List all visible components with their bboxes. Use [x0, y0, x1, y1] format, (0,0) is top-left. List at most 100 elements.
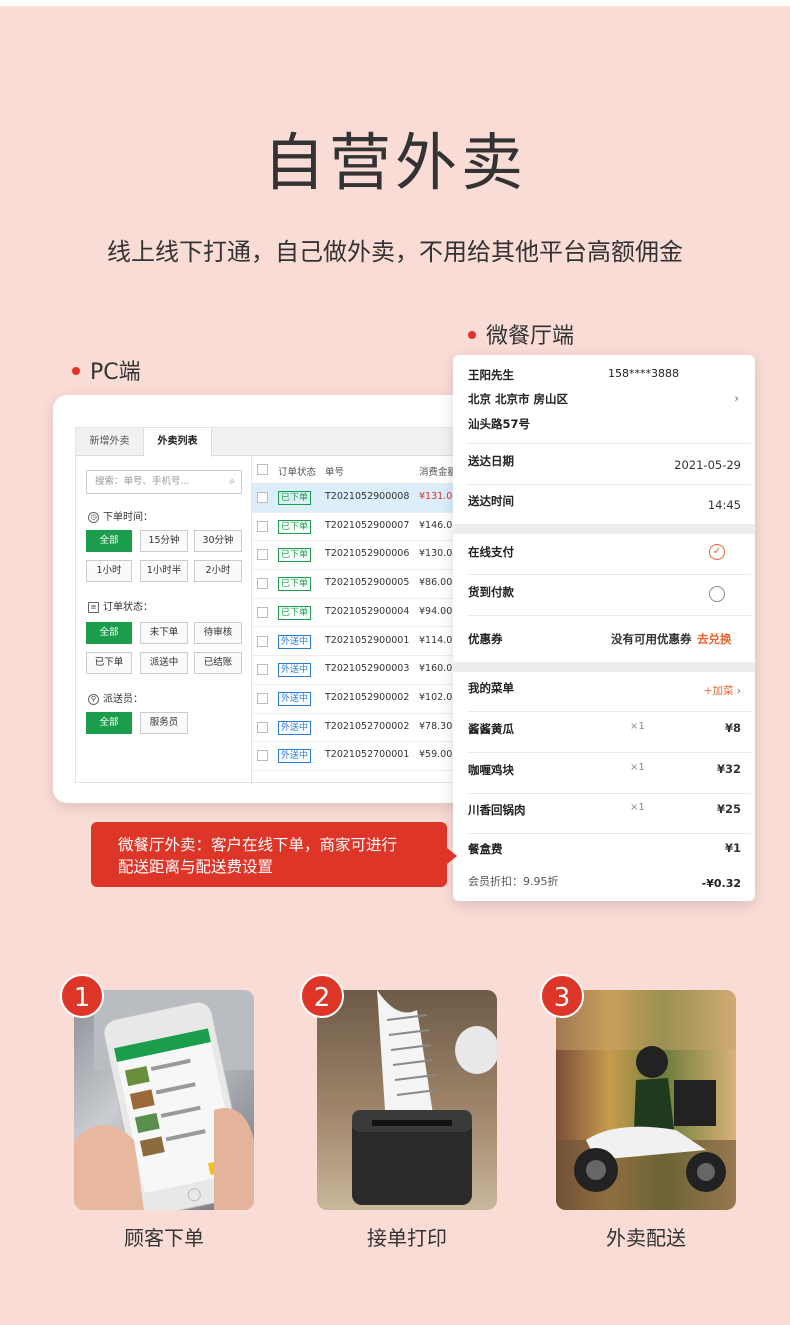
time-filter-30min[interactable]: 30分钟 — [194, 530, 242, 552]
table-row[interactable]: 外送中 T2021052700001 ¥59.00 — [252, 742, 483, 771]
row-checkbox[interactable] — [257, 664, 268, 676]
table-row[interactable]: 外送中 T2021052700002 ¥78.30 — [252, 714, 483, 743]
divider — [468, 833, 751, 834]
order-status-badge: 已下单 — [278, 519, 312, 534]
order-status-badge: 已下单 — [278, 548, 312, 563]
order-number: T2021052900004 — [325, 605, 410, 617]
table-row[interactable]: 已下单 T2021052900006 ¥130.0 — [252, 541, 483, 571]
dish-qty: ×1 — [630, 802, 645, 813]
dish-name: 咖喱鸡块 — [468, 762, 514, 777]
dish-qty: ×1 — [630, 721, 645, 732]
tab-delivery-list[interactable]: 外卖列表 — [144, 428, 212, 457]
status-filter-all[interactable]: 全部 — [86, 622, 132, 644]
delivery-time-row[interactable]: 送达时间 14:45 — [468, 493, 753, 512]
table-row[interactable]: 外送中 T2021052900003 ¥160.0 — [252, 656, 483, 685]
time-filter-1h[interactable]: 1小时 — [86, 560, 132, 582]
callout-tail — [447, 848, 457, 864]
step-badge-1: 1 — [60, 974, 104, 1018]
step-photo-customer-order — [74, 990, 254, 1210]
address-line2: 汕头路57号 — [468, 417, 531, 431]
divider — [468, 574, 751, 575]
box-fee-label: 餐盒费 — [468, 842, 503, 856]
order-number: T2021052900006 — [325, 548, 410, 560]
row-checkbox[interactable] — [257, 578, 268, 590]
table-row[interactable]: 外送中 T2021052900002 ¥102.0 — [252, 685, 483, 714]
order-amount: ¥78.30 — [419, 720, 453, 732]
delivery-date-value: 2021-05-29 — [674, 458, 741, 472]
pc-window: 新增外卖 外卖列表 搜索：单号、手机号... ⌕ ◷ 下单时间： 全部 15分钟 3… — [53, 395, 483, 803]
receipt-printer-icon — [352, 990, 497, 1205]
search-input[interactable]: 搜索：单号、手机号... ⌕ — [86, 470, 242, 494]
row-checkbox[interactable] — [257, 692, 268, 704]
row-checkbox[interactable] — [257, 549, 268, 561]
delivery-time-label: 送达时间 — [468, 494, 514, 508]
status-filter-settled[interactable]: 已结账 — [194, 652, 242, 674]
table-row[interactable]: 已下单 T2021052900004 ¥94.00 — [252, 599, 483, 628]
table-row[interactable]: 外送中 T2021052900001 ¥114.0 — [252, 628, 483, 657]
pay-online-radio-checked-icon[interactable]: ✓ — [709, 544, 725, 560]
page-subtitle: 线上线下打通，自己做外卖，不用给其他平台高额佣金 — [107, 238, 683, 266]
step-photo-receipt-printer — [317, 990, 497, 1210]
orders-table: 订单状态 单号 消费金额 已下单 T2021052900008 ¥131.0 已下单 T… — [252, 456, 483, 784]
order-amount: ¥86.00 — [419, 577, 453, 589]
time-filter-2h[interactable]: 2小时 — [194, 560, 242, 582]
add-dish-button[interactable]: +加菜 › — [704, 683, 741, 698]
step-label-1: 顾客下单 — [124, 1226, 204, 1250]
status-filter-not-ordered[interactable]: 未下单 — [140, 622, 188, 644]
order-amount: ¥131.0 — [419, 491, 453, 502]
pay-online-label: 在线支付 — [468, 545, 514, 559]
table-row[interactable]: 已下单 T2021052900008 ¥131.0 — [252, 484, 483, 513]
bullet-dot-icon — [468, 331, 476, 339]
tab-new-delivery[interactable]: 新增外卖 — [76, 428, 144, 456]
status-filter-label: ≡ 订单状态： — [88, 598, 153, 613]
select-all-checkbox[interactable] — [257, 464, 268, 475]
delivery-scooter-icon — [556, 990, 736, 1210]
order-amount: ¥102.0 — [419, 691, 453, 703]
order-status-badge: 已下单 — [278, 577, 312, 592]
pay-cod-radio-icon[interactable] — [709, 586, 725, 602]
time-filter-15min[interactable]: 15分钟 — [140, 530, 188, 552]
delivery-date-row[interactable]: 送达日期 2021-05-29 — [468, 453, 753, 472]
row-checkbox[interactable] — [257, 721, 268, 733]
step-label-2: 接单打印 — [367, 1226, 447, 1250]
order-status-badge: 外送中 — [278, 691, 312, 706]
column-header-status: 订单状态 — [278, 467, 317, 478]
status-filter-delivering[interactable]: 派送中 — [140, 652, 188, 674]
row-checkbox[interactable] — [257, 492, 268, 503]
courier-filter-label: ⚲ 派送员： — [88, 690, 143, 705]
box-fee-value: ¥1 — [724, 841, 741, 855]
divider — [468, 615, 751, 616]
row-checkbox[interactable] — [257, 606, 268, 618]
box-fee-row: 餐盒费 ¥1 — [468, 841, 753, 857]
coupon-none-text: 没有可用优惠券 — [611, 632, 692, 646]
order-number: T2021052900008 — [325, 491, 410, 502]
courier-filter-all[interactable]: 全部 — [86, 712, 132, 734]
divider — [468, 711, 751, 712]
customer-phone: 158****3888 — [608, 367, 679, 380]
clock-icon: ◷ — [88, 511, 99, 523]
delivery-time-value: 14:45 — [707, 498, 741, 512]
add-dish-text: +加菜 — [703, 685, 734, 697]
time-filter-1-5h[interactable]: 1小时半 — [140, 560, 188, 582]
table-row[interactable]: 已下单 T2021052900007 ¥146.0 — [252, 513, 483, 542]
callout-line1: 微餐厅外卖：客户在线下单，商家可进行 — [118, 836, 398, 854]
row-checkbox[interactable] — [257, 750, 268, 762]
chevron-right-icon[interactable]: › — [734, 391, 739, 405]
order-number: T2021052700002 — [325, 720, 410, 732]
time-label-text: 下单时间： — [103, 512, 153, 523]
time-filter-all[interactable]: 全部 — [86, 530, 132, 552]
table-row[interactable]: 已下单 T2021052900005 ¥86.00 — [252, 570, 483, 599]
member-discount-row: 会员折扣：9.95折 -¥0.32 — [468, 873, 753, 890]
status-filter-ordered[interactable]: 已下单 — [86, 652, 132, 674]
my-dishes-row: 我的菜单 +加菜 › — [468, 680, 753, 698]
coupon-row[interactable]: 优惠券 没有可用优惠券 去兑换 — [468, 631, 753, 647]
row-checkbox[interactable] — [257, 635, 268, 647]
row-checkbox[interactable] — [257, 520, 268, 532]
pc-tab-bar: 新增外卖 外卖列表 — [76, 428, 483, 457]
status-filter-pending[interactable]: 待审核 — [194, 622, 242, 644]
courier-filter-waiter[interactable]: 服务员 — [140, 712, 188, 734]
search-icon[interactable]: ⌕ — [229, 471, 235, 493]
section-gap — [453, 662, 755, 672]
coupon-redeem-link[interactable]: 去兑换 — [697, 631, 732, 647]
address-row[interactable]: 北京 北京市 房山区 › — [468, 391, 753, 407]
